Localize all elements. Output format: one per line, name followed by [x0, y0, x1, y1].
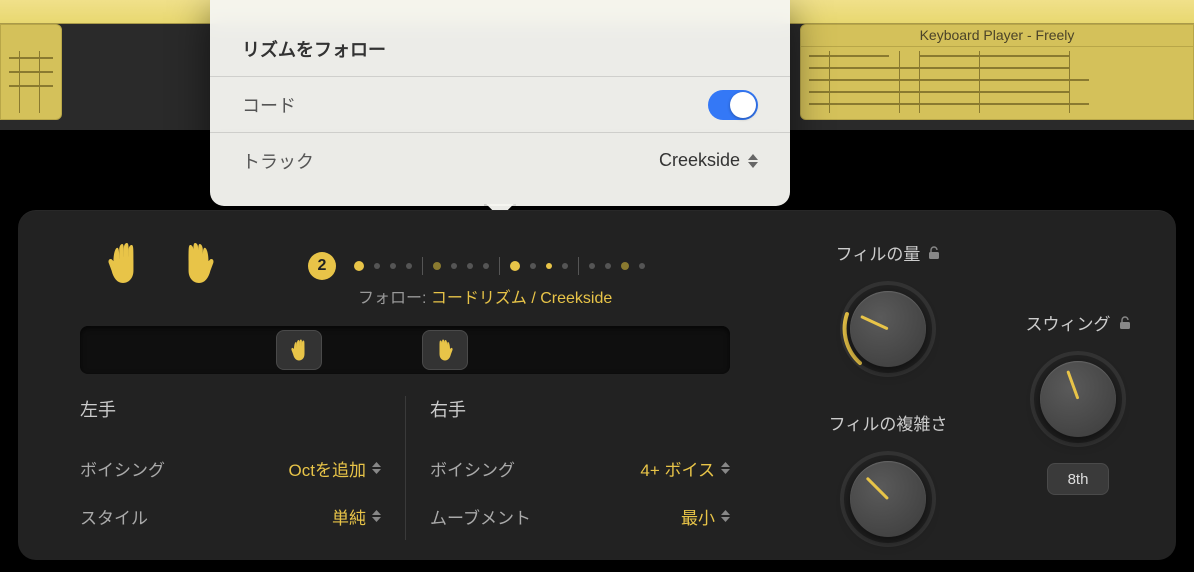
- stepper-icon: [721, 510, 730, 522]
- right-movement-row: ムーブメント 最小: [430, 492, 730, 540]
- left-style-row: スタイル 単純: [80, 492, 381, 540]
- fill-amount-block: フィルの量: [798, 240, 978, 379]
- stepper-icon: [721, 462, 730, 474]
- follow-status: フォロー: コードリズム / Creekside: [358, 284, 612, 308]
- follow-value: コードリズム / Creekside: [431, 290, 612, 307]
- dot: [390, 263, 396, 269]
- dot: [433, 262, 441, 270]
- session-player-editor: 2 フォロー: コードリズム / C: [18, 210, 1176, 560]
- beat-number-badge[interactable]: 2: [308, 252, 336, 280]
- swing-label-row: スウィング: [988, 310, 1168, 335]
- beat-divider: [578, 257, 579, 275]
- right-voicing-label: ボイシング: [430, 456, 515, 481]
- rhythm-dots[interactable]: 2: [308, 252, 645, 280]
- right-hand-position-button[interactable]: [422, 330, 468, 370]
- right-movement-select[interactable]: 最小: [681, 504, 730, 529]
- right-movement-value: 最小: [681, 504, 715, 529]
- fill-complexity-label-row: フィルの複雑さ: [798, 410, 978, 435]
- right-voicing-select[interactable]: 4+ ボイス: [640, 456, 730, 481]
- track-follow-row: トラック Creekside: [210, 132, 790, 188]
- swing-knob[interactable]: [1028, 349, 1128, 449]
- left-style-select[interactable]: 単純: [332, 504, 381, 529]
- dot: [546, 263, 552, 269]
- follow-label: フォロー:: [358, 290, 426, 307]
- fill-amount-label-row: フィルの量: [798, 240, 978, 265]
- dot: [510, 261, 520, 271]
- dot: [354, 261, 364, 271]
- right-hand-settings: 右手 ボイシング 4+ ボイス ムーブメント 最小: [405, 396, 730, 540]
- fill-amount-knob[interactable]: [838, 279, 938, 379]
- right-movement-label: ムーブメント: [430, 504, 531, 529]
- dot: [374, 263, 380, 269]
- dot: [483, 263, 489, 269]
- left-hand-icon[interactable]: [104, 242, 142, 284]
- unlock-icon[interactable]: [928, 246, 940, 260]
- hand-toggle-group: [104, 242, 218, 284]
- popover-section-title: リズムをフォロー: [210, 0, 790, 76]
- fill-amount-label: フィルの量: [836, 240, 921, 265]
- fill-complexity-label: フィルの複雑さ: [829, 410, 948, 435]
- left-voicing-value: Octを追加: [289, 456, 366, 481]
- keyboard-range-zone[interactable]: [80, 326, 730, 374]
- rhythm-follow-popover: リズムをフォロー コード トラック Creekside: [210, 0, 790, 206]
- dot: [562, 263, 568, 269]
- dot: [406, 263, 412, 269]
- midi-region-keyboard-player[interactable]: Keyboard Player - Freely: [800, 24, 1194, 120]
- dot: [639, 263, 645, 269]
- right-hand-title: 右手: [430, 396, 730, 422]
- unlock-icon[interactable]: [1119, 316, 1131, 330]
- left-voicing-select[interactable]: Octを追加: [289, 456, 381, 481]
- stepper-icon: [372, 510, 381, 522]
- left-style-label: スタイル: [80, 504, 148, 529]
- left-hand-position-button[interactable]: [276, 330, 322, 370]
- stepper-icon: [372, 462, 381, 474]
- dot: [605, 263, 611, 269]
- beat-divider: [422, 257, 423, 275]
- left-style-value: 単純: [332, 504, 366, 529]
- track-select[interactable]: Creekside: [659, 150, 758, 171]
- swing-label: スウィング: [1026, 310, 1111, 335]
- swing-block: スウィング 8th: [988, 310, 1168, 495]
- left-hand-title: 左手: [80, 396, 381, 422]
- fill-complexity-knob[interactable]: [838, 449, 938, 549]
- chord-follow-toggle[interactable]: [708, 90, 758, 120]
- left-hand-settings: 左手 ボイシング Octを追加 スタイル 単純: [80, 396, 405, 540]
- hand-settings: 左手 ボイシング Octを追加 スタイル 単純 右手 ボイシング: [80, 396, 730, 540]
- dot: [530, 263, 536, 269]
- track-label: トラック: [242, 148, 314, 174]
- right-voicing-row: ボイシング 4+ ボイス: [430, 444, 730, 492]
- dot: [451, 263, 457, 269]
- swing-mode-value: 8th: [1068, 471, 1089, 488]
- dot: [589, 263, 595, 269]
- left-voicing-label: ボイシング: [80, 456, 165, 481]
- right-voicing-value: 4+ ボイス: [640, 456, 715, 481]
- chord-follow-row: コード: [210, 76, 790, 132]
- stepper-icon: [748, 154, 758, 168]
- left-voicing-row: ボイシング Octを追加: [80, 444, 381, 492]
- dot: [621, 262, 629, 270]
- region-title: Keyboard Player - Freely: [801, 27, 1193, 47]
- fill-complexity-block: フィルの複雑さ: [798, 410, 978, 549]
- right-hand-icon[interactable]: [180, 242, 218, 284]
- midi-region-partial-left[interactable]: [0, 24, 62, 120]
- track-select-value: Creekside: [659, 150, 740, 171]
- chord-label: コード: [242, 92, 296, 118]
- dot: [467, 263, 473, 269]
- swing-mode-button[interactable]: 8th: [1047, 463, 1109, 495]
- beat-divider: [499, 257, 500, 275]
